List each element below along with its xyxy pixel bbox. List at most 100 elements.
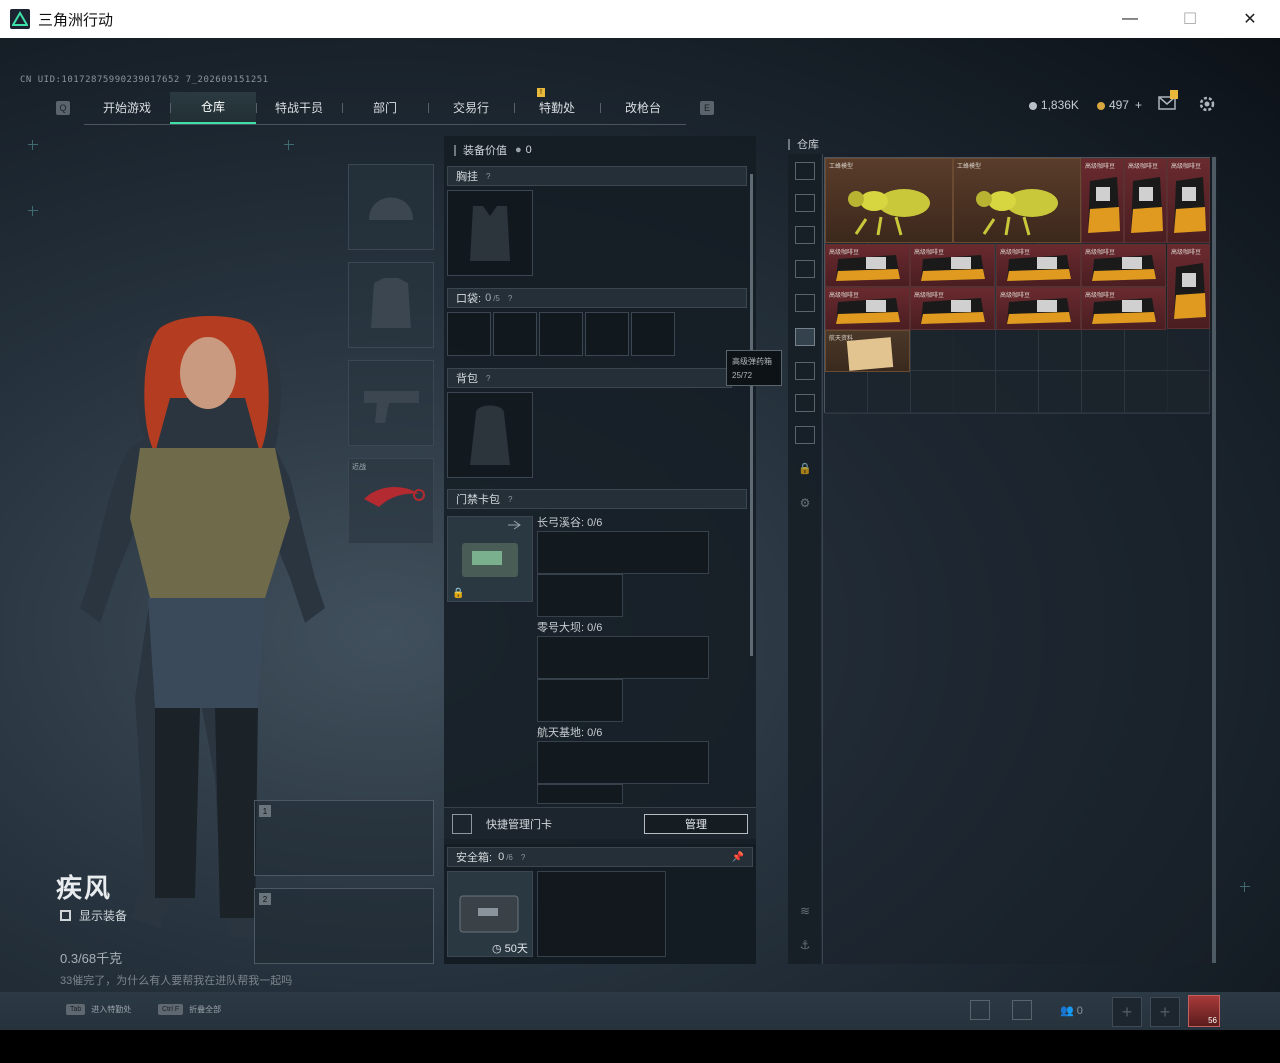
- inventory-item[interactable]: 高级咖啡豆: [996, 244, 1081, 287]
- warehouse-cell[interactable]: [1167, 328, 1211, 372]
- warehouse-cell[interactable]: [1039, 328, 1082, 372]
- warehouse-cell[interactable]: [996, 328, 1040, 372]
- settings-cog-icon[interactable]: ⚙: [795, 496, 815, 514]
- anchor-icon[interactable]: ⚓: [795, 938, 815, 956]
- tab-start-game[interactable]: 开始游戏: [84, 92, 170, 124]
- help-icon[interactable]: ?: [486, 172, 490, 181]
- category-tab-icon[interactable]: [795, 362, 815, 380]
- warehouse-cell[interactable]: [1081, 371, 1125, 414]
- layers-icon[interactable]: ≋: [795, 904, 815, 922]
- add-currency-button[interactable]: +: [1135, 98, 1142, 112]
- warehouse-cell[interactable]: [825, 371, 868, 414]
- category-tab-icon[interactable]: [795, 394, 815, 412]
- keycard-grid[interactable]: [537, 741, 709, 784]
- keycard-grid[interactable]: [537, 784, 623, 804]
- pin-icon[interactable]: 📌: [732, 852, 744, 863]
- primary-weapon-slot-2[interactable]: 2: [254, 888, 434, 964]
- flag-icon[interactable]: [1012, 1000, 1032, 1020]
- inventory-item[interactable]: 高级咖啡豆: [1167, 244, 1210, 329]
- category-tab-icon[interactable]: [795, 294, 815, 312]
- keycard-grid[interactable]: [537, 574, 623, 617]
- inventory-item[interactable]: 高级咖啡豆: [825, 244, 910, 287]
- keycard-grid[interactable]: [537, 636, 709, 679]
- armor-slot[interactable]: [348, 262, 434, 348]
- lock-icon[interactable]: 🔒: [795, 462, 815, 480]
- pocket-slot[interactable]: [631, 312, 675, 356]
- pocket-slot[interactable]: [539, 312, 583, 356]
- minimize-button[interactable]: —: [1100, 0, 1160, 38]
- safe-box-grid[interactable]: [537, 871, 666, 957]
- close-button[interactable]: ✕: [1220, 0, 1280, 38]
- keycard-grid[interactable]: [537, 531, 709, 574]
- tab-trade[interactable]: 交易行: [428, 92, 514, 124]
- inventory-item[interactable]: 高级咖啡豆: [910, 244, 995, 287]
- invite-slot-button[interactable]: +: [1150, 997, 1180, 1027]
- inventory-item[interactable]: 高级咖啡豆: [1081, 244, 1166, 287]
- show-equipment-toggle[interactable]: 显示装备: [60, 907, 127, 924]
- warehouse-cell[interactable]: [1167, 371, 1211, 414]
- mail-badge: [1170, 90, 1178, 99]
- manage-button[interactable]: 管理: [644, 814, 748, 834]
- pocket-slot[interactable]: [585, 312, 629, 356]
- inventory-item[interactable]: 高级咖啡豆: [1081, 158, 1124, 243]
- warehouse-cell[interactable]: [1081, 328, 1125, 372]
- inventory-item[interactable]: 高级咖啡豆: [1081, 287, 1166, 330]
- category-tab-icon[interactable]: [795, 328, 815, 346]
- helmet-category-icon[interactable]: [795, 162, 815, 180]
- pistol-slot[interactable]: [348, 360, 434, 446]
- category-tab-icon[interactable]: [795, 426, 815, 444]
- warehouse-cell[interactable]: [867, 371, 911, 414]
- hint-special-ops[interactable]: Tab 进入特勤处: [66, 1004, 131, 1015]
- player-avatar[interactable]: 56: [1188, 995, 1220, 1027]
- hint-collapse-all[interactable]: Ctrl F 折叠全部: [158, 1004, 221, 1015]
- tab-department[interactable]: 部门: [342, 92, 428, 124]
- show-equipment-checkbox[interactable]: [60, 910, 71, 921]
- inventory-item[interactable]: 工蜂模型: [825, 158, 953, 243]
- pocket-slot[interactable]: [493, 312, 537, 356]
- warehouse-cell[interactable]: [1039, 371, 1082, 414]
- chest-rig-slot[interactable]: [447, 190, 533, 276]
- inventory-item[interactable]: 高级咖啡豆: [1124, 158, 1167, 243]
- help-icon[interactable]: ?: [508, 495, 512, 504]
- inventory-item[interactable]: 高级咖啡豆: [996, 287, 1081, 330]
- tab-operators[interactable]: 特战干员: [256, 92, 342, 124]
- help-icon[interactable]: ?: [486, 374, 490, 383]
- warehouse-cell[interactable]: [1124, 328, 1168, 372]
- warehouse-cell[interactable]: [953, 371, 997, 414]
- inventory-item[interactable]: 工蜂模型: [953, 158, 1081, 243]
- warehouse-cell[interactable]: [1124, 371, 1168, 414]
- help-icon[interactable]: ?: [521, 853, 525, 862]
- inventory-item[interactable]: 高级咖啡豆: [910, 287, 995, 330]
- inventory-item[interactable]: 高级咖啡豆: [1167, 158, 1210, 243]
- tab-warehouse[interactable]: 仓库: [170, 91, 256, 124]
- nav-prev-key[interactable]: Q: [56, 101, 70, 115]
- primary-weapon-slot-1[interactable]: 1: [254, 800, 434, 876]
- melee-slot[interactable]: 近战: [348, 458, 434, 544]
- warehouse-scrollbar[interactable]: [1212, 157, 1216, 963]
- keycard-grid[interactable]: [537, 679, 623, 722]
- category-tab-icon[interactable]: [795, 260, 815, 278]
- keycard-case-slot[interactable]: 🔒: [447, 516, 533, 602]
- category-tab-icon[interactable]: [795, 226, 815, 244]
- maximize-button[interactable]: ☐: [1160, 0, 1220, 38]
- inventory-item[interactable]: 航天资料: [825, 330, 910, 372]
- loadout-scrollbar[interactable]: [750, 174, 753, 656]
- warehouse-cell[interactable]: [910, 328, 954, 372]
- warehouse-cell[interactable]: [953, 328, 997, 372]
- helmet-slot[interactable]: [348, 164, 434, 250]
- category-tab-icon[interactable]: [795, 194, 815, 212]
- warehouse-cell[interactable]: [996, 371, 1040, 414]
- settings-button[interactable]: [1198, 95, 1216, 118]
- tab-special-ops[interactable]: 特勤处 !: [514, 87, 600, 124]
- nav-next-key[interactable]: E: [700, 101, 714, 115]
- stats-icon[interactable]: [970, 1000, 990, 1020]
- help-icon[interactable]: ?: [508, 294, 512, 303]
- tab-gunsmith[interactable]: 改枪台: [600, 92, 686, 124]
- pocket-slot[interactable]: [447, 312, 491, 356]
- backpack-slot[interactable]: [447, 392, 533, 478]
- mail-button[interactable]: [1158, 90, 1178, 115]
- friends-button[interactable]: 👥 0: [1060, 1004, 1083, 1017]
- warehouse-cell[interactable]: [910, 371, 954, 414]
- inventory-item[interactable]: 高级咖啡豆: [825, 287, 910, 330]
- invite-slot-button[interactable]: +: [1112, 997, 1142, 1027]
